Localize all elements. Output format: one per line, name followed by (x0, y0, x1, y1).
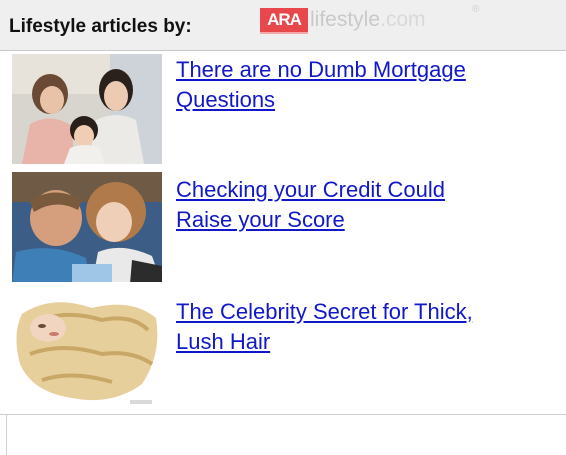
lifestyle-logo-text: lifestyle.com (310, 8, 426, 31)
header-bar: Lifestyle articles by: ARA lifestyle.com… (0, 0, 566, 51)
registered-mark: ® (472, 4, 480, 15)
blonde-hair-photo-thumbnail[interactable] (12, 294, 162, 404)
couple-computer-photo-thumbnail[interactable] (12, 172, 162, 282)
article-item: Checking your Credit Could Raise your Sco… (0, 172, 566, 294)
ara-logo-mark: ARA (260, 8, 308, 34)
article-item: The Celebrity Secret for Thick, Lush Hair (0, 292, 566, 414)
footer-inner-box (6, 415, 566, 455)
article-link-hair[interactable]: The Celebrity Secret for Thick, Lush Hair (176, 297, 556, 357)
article-link-credit[interactable]: Checking your Credit Could Raise your Sco… (176, 175, 556, 235)
article-item: There are no Dumb Mortgage Questions (0, 50, 566, 172)
header-title: Lifestyle articles by: (9, 16, 192, 37)
article-link-mortgage[interactable]: There are no Dumb Mortgage Questions (176, 55, 556, 115)
family-photo-thumbnail[interactable] (12, 54, 162, 164)
footer-panel (0, 414, 566, 455)
widget-frame: Lifestyle articles by: ARA lifestyle.com… (0, 0, 566, 455)
